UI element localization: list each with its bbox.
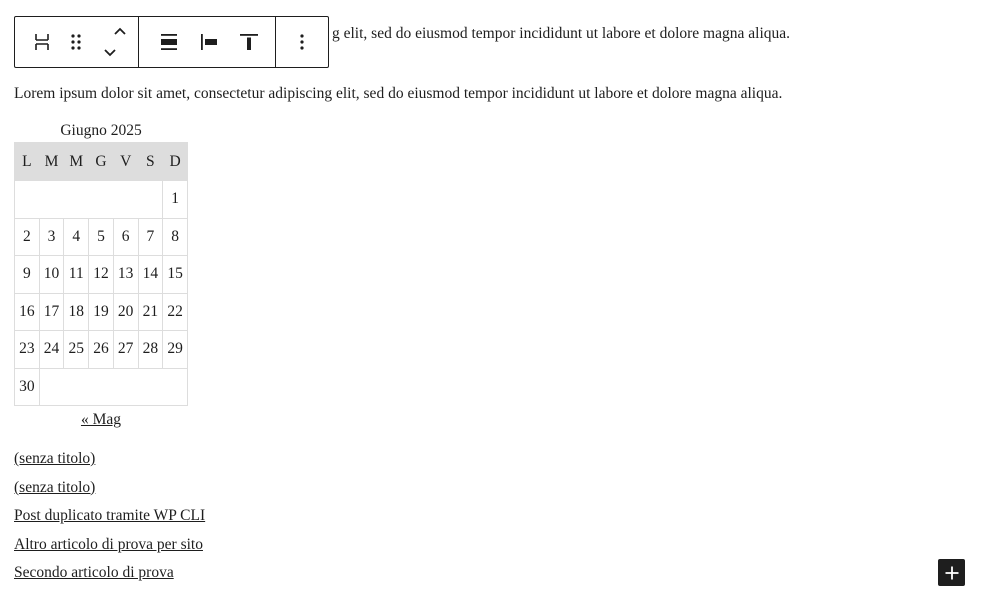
plus-icon — [945, 566, 958, 579]
move-up-button[interactable] — [103, 20, 137, 42]
block-type-icon — [35, 34, 49, 50]
post-link[interactable]: Secondo articolo di prova — [14, 564, 174, 581]
vertical-align-top-icon — [240, 34, 258, 50]
calendar-day: 22 — [162, 292, 188, 331]
weekday-header: M — [63, 142, 90, 181]
list-item: Secondo articolo di prova — [14, 563, 205, 592]
calendar-day: 15 — [162, 255, 188, 294]
chevron-up-icon — [114, 27, 126, 35]
calendar-day: 16 — [14, 292, 40, 331]
calendar-day: 14 — [137, 255, 164, 294]
calendar-day: 11 — [63, 255, 90, 294]
toolbar-group-alignment — [138, 17, 275, 67]
list-item: (senza titolo) — [14, 449, 205, 478]
calendar-week-row: 23 24 25 26 27 28 29 — [14, 330, 188, 369]
calendar-day: 6 — [112, 217, 139, 256]
weekday-header: G — [88, 142, 114, 181]
calendar-day: 27 — [112, 330, 139, 369]
calendar-prev-month-link[interactable]: « Mag — [81, 411, 121, 428]
calendar-day: 26 — [88, 330, 114, 369]
block-toolbar — [14, 16, 329, 68]
calendar-day: 7 — [137, 217, 164, 256]
post-link[interactable]: (senza titolo) — [14, 479, 95, 496]
calendar-day: 12 — [88, 255, 114, 294]
paragraph-text: Lorem ipsum dolor sit amet, consectetur … — [14, 85, 783, 102]
calendar-table: L M M G V S D 1 2 3 4 5 6 7 8 9 10 11 12… — [13, 142, 189, 406]
calendar-week-row: 30 — [14, 367, 189, 406]
calendar-day: 17 — [38, 292, 65, 331]
calendar-day: 28 — [137, 330, 164, 369]
weekday-header: L — [14, 142, 40, 181]
calendar-day: 1 — [162, 180, 188, 219]
list-item: Altro articolo di prova per sito — [14, 535, 205, 564]
calendar-caption: Giugno 2025 — [60, 122, 142, 139]
move-controls — [93, 17, 137, 67]
calendar-day: 25 — [63, 330, 90, 369]
drag-handle-icon — [71, 34, 81, 50]
weekday-header: V — [112, 142, 139, 181]
calendar-day: 5 — [88, 217, 114, 256]
post-link[interactable]: (senza titolo) — [14, 450, 95, 467]
calendar-day: 9 — [14, 255, 40, 294]
post-link[interactable]: Post duplicato tramite WP CLI — [14, 507, 205, 524]
weekday-header: D — [162, 142, 188, 181]
paragraph-text: g elit, sed do eiusmod tempor incididunt… — [332, 25, 790, 42]
post-link[interactable]: Altro articolo di prova per sito — [14, 536, 203, 553]
calendar-day: 21 — [137, 292, 164, 331]
calendar-day: 19 — [88, 292, 114, 331]
calendar-day: 3 — [38, 217, 65, 256]
calendar-weekday-row: L M M G V S D — [14, 142, 188, 181]
drag-handle-button[interactable] — [59, 17, 93, 67]
calendar-empty-cell — [13, 180, 164, 219]
calendar-navigation: « Mag — [14, 411, 188, 429]
calendar-day: 2 — [14, 217, 40, 256]
calendar-empty-cell — [38, 367, 189, 406]
calendar-week-row: 1 — [13, 180, 188, 219]
calendar-week-row: 16 17 18 19 20 21 22 — [14, 292, 188, 331]
list-item: (senza titolo) — [14, 478, 205, 507]
align-icon — [161, 34, 177, 50]
calendar-week-row: 2 3 4 5 6 7 8 — [14, 217, 188, 256]
move-down-button[interactable] — [93, 42, 127, 64]
calendar-day: 8 — [162, 217, 188, 256]
more-options-icon — [300, 34, 304, 50]
calendar-week-row: 9 10 11 12 13 14 15 — [14, 255, 188, 294]
more-options-button[interactable] — [285, 17, 319, 67]
calendar-day: 20 — [112, 292, 139, 331]
calendar-day: 24 — [38, 330, 65, 369]
calendar-day: 4 — [63, 217, 90, 256]
calendar-day: 23 — [14, 330, 40, 369]
toolbar-group-options — [275, 17, 328, 67]
calendar-day: 30 — [14, 367, 40, 406]
list-item: Post duplicato tramite WP CLI — [14, 506, 205, 535]
toolbar-group-block — [15, 17, 138, 67]
block-type-button[interactable] — [25, 17, 59, 67]
calendar-day: 10 — [38, 255, 65, 294]
block-inserter-button[interactable] — [938, 559, 965, 586]
chevron-down-icon — [104, 49, 116, 57]
align-button[interactable] — [149, 17, 189, 67]
weekday-header: M — [38, 142, 65, 181]
calendar-day: 18 — [63, 292, 90, 331]
calendar-day: 29 — [162, 330, 188, 369]
latest-posts-list: (senza titolo) (senza titolo) Post dupli… — [14, 449, 205, 592]
justify-left-icon — [201, 34, 217, 50]
calendar-block[interactable]: Giugno 2025 L M M G V S D 1 2 3 4 5 6 7 … — [13, 120, 189, 429]
justify-left-button[interactable] — [189, 17, 229, 67]
paragraph-block-2[interactable]: Lorem ipsum dolor sit amet, consectetur … — [14, 84, 782, 104]
weekday-header: S — [137, 142, 164, 181]
calendar-day: 13 — [112, 255, 139, 294]
vertical-align-button[interactable] — [229, 17, 269, 67]
